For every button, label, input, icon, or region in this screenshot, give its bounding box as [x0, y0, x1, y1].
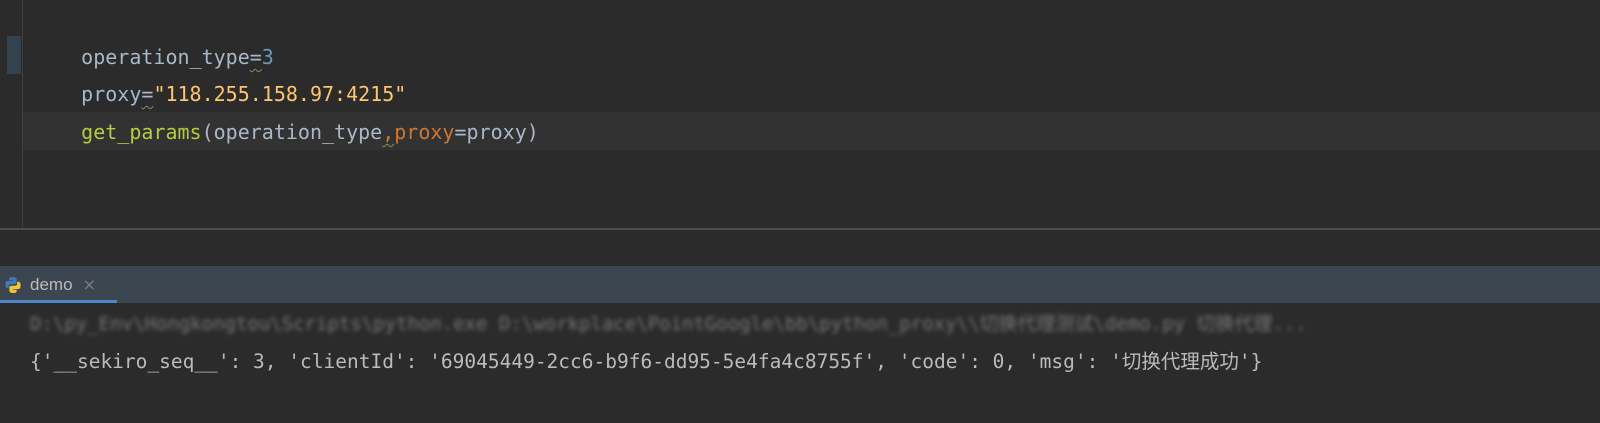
editor-gutter[interactable] [0, 0, 23, 232]
open-paren: ( [201, 120, 214, 144]
kwarg-proxy: proxy [394, 120, 455, 144]
arg-operation-type: operation_type [213, 120, 383, 144]
python-icon [5, 276, 21, 293]
output-text: {'__sekiro_seq__': 3, 'clientId': '69045… [30, 350, 1122, 373]
close-icon[interactable]: × [83, 275, 96, 294]
comma: , [382, 120, 395, 144]
tab-label: demo [30, 274, 73, 294]
function-name: get_params [81, 120, 202, 144]
code-line-1[interactable]: operation_type=3 [33, 0, 274, 69]
change-marker [7, 36, 21, 74]
console-command-line: D:\py_Env\Hongkongtou\Scripts\python.exe… [30, 313, 1330, 335]
close-paren: ) [526, 120, 539, 144]
run-tab-demo[interactable]: demo × [0, 266, 117, 303]
console-output-line: {'__sekiro_seq__': 3, 'clientId': '69045… [30, 347, 1262, 377]
kwarg-value: proxy [466, 120, 527, 144]
kwarg-eq: = [454, 120, 467, 144]
output-msg: 切换代理成功 [1121, 350, 1239, 373]
panel-spacer [0, 230, 1600, 266]
run-tab-bar: demo × [0, 266, 1600, 303]
run-console[interactable]: D:\py_Env\Hongkongtou\Scripts\python.exe… [0, 303, 1600, 423]
code-editor[interactable]: operation_type=3 proxy="118.255.158.97:4… [0, 0, 1600, 232]
code-line-3[interactable]: get_params(operation_type,proxy=proxy) [33, 75, 539, 144]
code-line-2[interactable]: proxy="118.255.158.97:4215" [33, 37, 406, 106]
output-end: '} [1238, 350, 1263, 373]
